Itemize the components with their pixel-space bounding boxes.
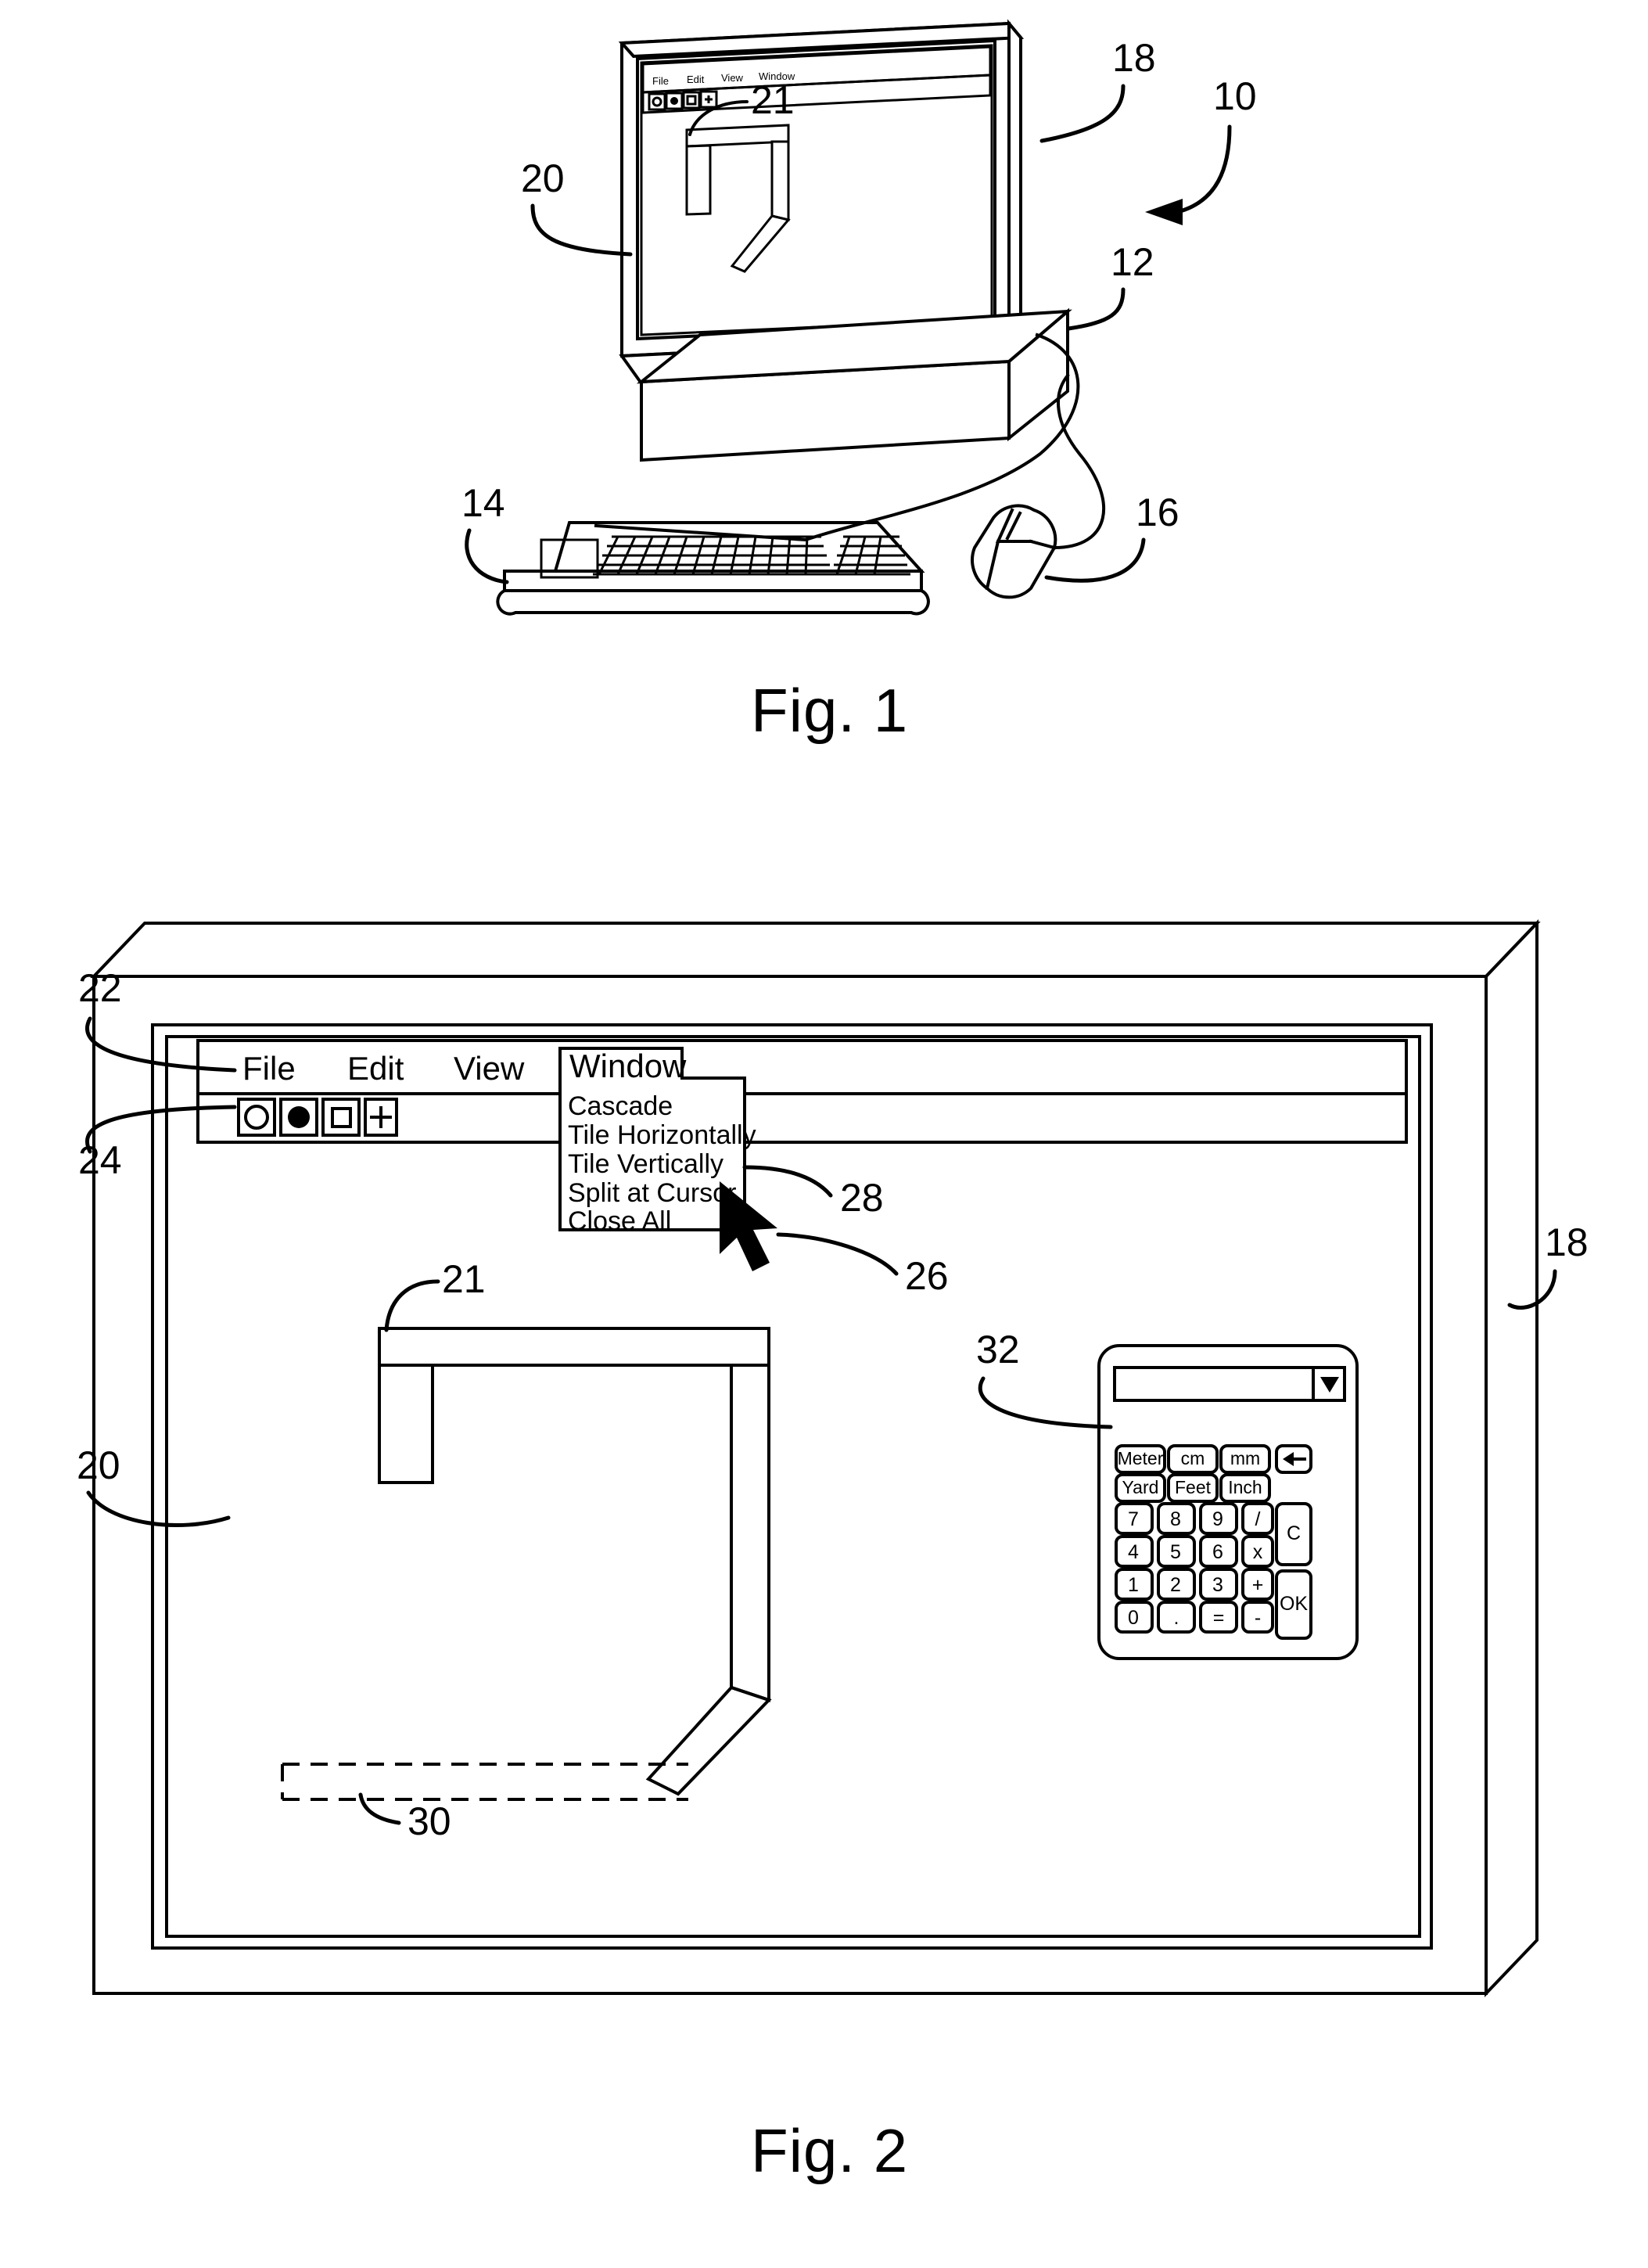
toolbar-button-circle-filled[interactable] bbox=[279, 1098, 318, 1137]
refnum-12: 12 bbox=[1111, 240, 1154, 284]
refnum-10: 10 bbox=[1213, 74, 1257, 118]
key-1-label: 1 bbox=[1128, 1574, 1139, 1596]
menu-option-cascade[interactable]: Cascade bbox=[568, 1091, 673, 1121]
key-6-label: 6 bbox=[1212, 1541, 1223, 1563]
figure-2: File Edit View Window Cascade Tile Horiz… bbox=[77, 919, 1589, 2185]
menu-bar-22: File Edit View bbox=[196, 1039, 1408, 1095]
mouse-16[interactable] bbox=[971, 504, 1057, 599]
key-meter-label: Meter bbox=[1118, 1448, 1164, 1468]
menu-item-window[interactable]: Window bbox=[569, 1048, 687, 1084]
refnum-18-fig2: 18 bbox=[1545, 1220, 1589, 1264]
fig1-toolbar-button-2[interactable] bbox=[665, 92, 684, 110]
menu-option-tile-horizontally[interactable]: Tile Horizontally bbox=[568, 1120, 756, 1150]
calculator-display-row[interactable] bbox=[1113, 1366, 1346, 1402]
key-plus-label: + bbox=[1252, 1574, 1264, 1596]
key-2-label: 2 bbox=[1170, 1574, 1181, 1596]
fig1-toolbar-button-4[interactable] bbox=[699, 90, 718, 109]
display-screen-20: File Edit View Window bbox=[640, 44, 993, 336]
keyboard-14[interactable] bbox=[496, 521, 930, 616]
circle-filled-icon bbox=[670, 97, 678, 105]
menu-option-tile-vertically[interactable]: Tile Vertically bbox=[568, 1149, 723, 1179]
key-mm-label: mm bbox=[1230, 1448, 1260, 1468]
refnum-22: 22 bbox=[78, 966, 122, 1010]
key-minus-label: - bbox=[1255, 1607, 1261, 1629]
refnum-18-fig1: 18 bbox=[1112, 36, 1156, 80]
refnum-26: 26 bbox=[905, 1254, 949, 1298]
refnum-21-fig1: 21 bbox=[751, 78, 795, 122]
key-8-label: 8 bbox=[1170, 1508, 1181, 1530]
key-divide-label: / bbox=[1255, 1508, 1261, 1530]
key-9-label: 9 bbox=[1212, 1508, 1223, 1530]
key-3-label: 3 bbox=[1212, 1574, 1223, 1596]
key-cm-label: cm bbox=[1181, 1448, 1205, 1468]
key-4-label: 4 bbox=[1128, 1541, 1139, 1563]
refnum-16: 16 bbox=[1136, 491, 1179, 534]
toolbar-button-square-outline[interactable] bbox=[321, 1098, 361, 1137]
key-5-label: 5 bbox=[1170, 1541, 1181, 1563]
refnum-32: 32 bbox=[976, 1328, 1020, 1371]
calculator-unit-keys-row-2: Yard Feet Inch bbox=[1115, 1473, 1271, 1503]
toolbar-button-circle-outline[interactable] bbox=[237, 1098, 276, 1137]
fig1-menu-view[interactable]: View bbox=[721, 72, 744, 84]
refnum-24: 24 bbox=[78, 1138, 122, 1182]
refnum-28: 28 bbox=[840, 1176, 884, 1220]
fig1-toolbar-button-3[interactable] bbox=[682, 91, 701, 110]
key-equals-label: = bbox=[1213, 1607, 1225, 1629]
figure-1: File Edit View Window 10 18 12 20 21 14 … bbox=[461, 19, 1257, 745]
fig1-menu-edit[interactable]: Edit bbox=[687, 74, 705, 85]
menu-item-view[interactable]: View bbox=[454, 1050, 525, 1087]
refnum-21-fig2: 21 bbox=[442, 1257, 486, 1301]
key-yard-label: Yard bbox=[1122, 1477, 1159, 1497]
key-0-label: 0 bbox=[1128, 1607, 1139, 1629]
refnum-20-fig2: 20 bbox=[77, 1443, 120, 1487]
fig1-menu-file[interactable]: File bbox=[652, 75, 669, 87]
key-7-label: 7 bbox=[1128, 1508, 1139, 1530]
key-inch-label: Inch bbox=[1228, 1477, 1262, 1497]
figure-2-caption: Fig. 2 bbox=[751, 2116, 908, 2185]
cpu-housing-12 bbox=[636, 307, 1072, 462]
key-decimal-label: . bbox=[1174, 1607, 1179, 1629]
calculator-display[interactable] bbox=[1113, 1366, 1315, 1402]
menu-option-split-at-cursor[interactable]: Split at Cursor bbox=[568, 1178, 736, 1208]
refnum-14: 14 bbox=[461, 481, 505, 525]
figure-1-caption: Fig. 1 bbox=[751, 676, 908, 745]
refnum-30: 30 bbox=[408, 1799, 451, 1843]
menu-item-edit[interactable]: Edit bbox=[347, 1050, 404, 1087]
calculator-unit-keys-row-1: Meter cm mm bbox=[1115, 1444, 1312, 1474]
menu-option-close-all[interactable]: Close All bbox=[568, 1206, 671, 1236]
toolbar-24 bbox=[196, 1092, 1408, 1144]
key-clear-label: C bbox=[1287, 1522, 1301, 1544]
key-ok-label: OK bbox=[1280, 1593, 1308, 1615]
toolbar-button-plus[interactable] bbox=[364, 1098, 398, 1137]
menu-item-file[interactable]: File bbox=[242, 1050, 296, 1087]
key-feet-label: Feet bbox=[1175, 1477, 1212, 1497]
on-screen-calculator-32[interactable]: Meter cm mm Yard Feet Inch C OK 7 8 9 / … bbox=[1097, 1344, 1359, 1660]
fig1-toolbar-button-1[interactable] bbox=[648, 92, 666, 111]
refnum-20-fig1: 20 bbox=[521, 156, 565, 200]
key-multiply-label: x bbox=[1253, 1541, 1263, 1563]
circle-filled-icon bbox=[288, 1106, 310, 1128]
patent-drawing-sheet: File Edit View Window 10 18 12 20 21 14 … bbox=[0, 0, 1648, 2268]
